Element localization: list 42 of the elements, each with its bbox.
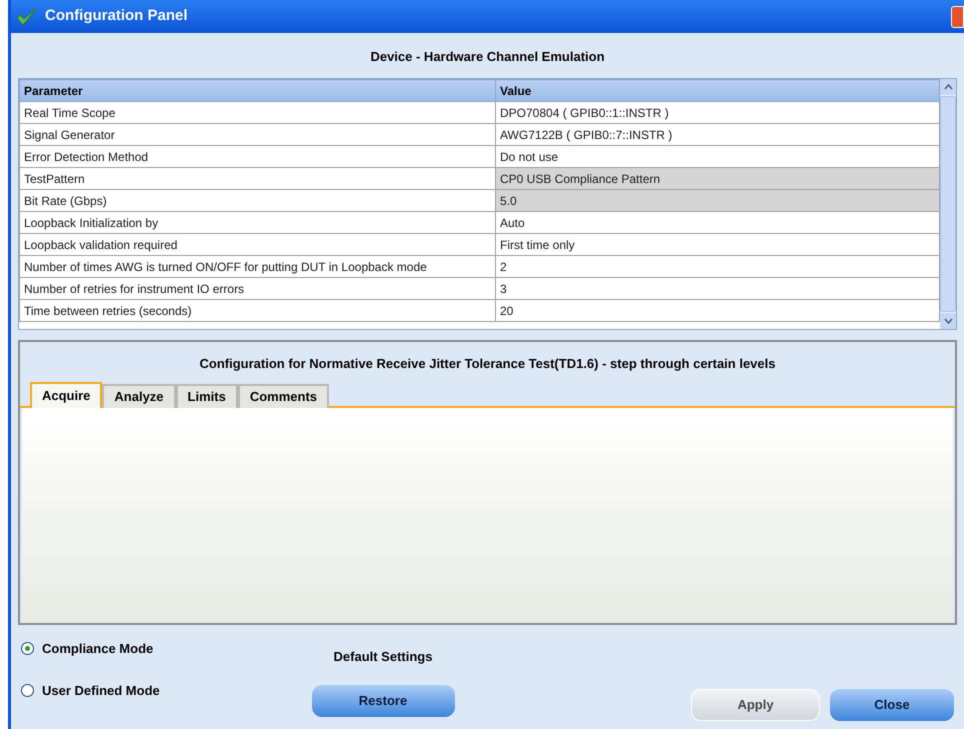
- section-title: Device - Hardware Channel Emulation: [369, 48, 606, 66]
- parameter-cell: Error Detection Method: [20, 146, 496, 168]
- parameter-cell: Signal Generator: [20, 124, 496, 146]
- value-cell[interactable]: 20: [496, 300, 940, 322]
- parameter-cell: Number of times AWG is turned ON/OFF for putting DUT in Loopback mode: [20, 256, 496, 278]
- value-cell[interactable]: DPO70804 ( GPIB0::1::INSTR ): [496, 102, 940, 124]
- tab[interactable]: Limits: [176, 384, 238, 408]
- parameter-cell: Loopback validation required: [20, 234, 496, 256]
- chevron-up-icon: [944, 84, 952, 90]
- value-cell[interactable]: Auto: [496, 212, 940, 234]
- scroll-down-button[interactable]: [940, 313, 956, 329]
- close-window-button[interactable]: [951, 6, 964, 28]
- parameter-cell: Bit Rate (Gbps): [20, 190, 496, 212]
- radio-label[interactable]: User Defined Mode: [42, 680, 160, 700]
- value-cell[interactable]: First time only: [496, 234, 940, 256]
- column-header[interactable]: Parameter: [20, 80, 496, 102]
- parameter-cell: Number of retries for instrument IO errors: [20, 278, 496, 300]
- value-cell[interactable]: CP0 USB Compliance Pattern: [496, 168, 940, 190]
- default-settings-label: Default Settings: [334, 648, 432, 666]
- value-cell[interactable]: Do not use: [496, 146, 940, 168]
- radio-button[interactable]: [21, 684, 34, 697]
- value-cell[interactable]: 3: [496, 278, 940, 300]
- dialog-button[interactable]: Close: [830, 689, 954, 721]
- parameter-cell: Real Time Scope: [20, 102, 496, 124]
- radio-label[interactable]: Compliance Mode: [42, 639, 154, 658]
- parameter-cell: Time between retries (seconds): [20, 300, 496, 322]
- section-title: Configuration for Normative Receive Jitter Tolerance Test(TD1.6) - step through certain levels: [198, 355, 776, 373]
- parameter-cell: Loopback Initialization by: [20, 212, 496, 234]
- checkmark-icon: [15, 4, 39, 28]
- tab[interactable]: Acquire: [30, 382, 102, 408]
- tab[interactable]: Analyze: [102, 384, 176, 408]
- value-cell[interactable]: 5.0: [496, 190, 940, 212]
- scroll-up-button[interactable]: [940, 79, 956, 95]
- chevron-down-icon: [944, 318, 952, 324]
- tab[interactable]: Comments: [238, 384, 330, 408]
- restore-button[interactable]: Restore: [312, 684, 454, 716]
- column-header[interactable]: Value: [496, 80, 940, 102]
- value-cell[interactable]: 2: [496, 256, 940, 278]
- radio-button[interactable]: [21, 642, 34, 656]
- value-cell[interactable]: AWG7122B ( GPIB0::7::INSTR ): [496, 124, 940, 146]
- window-title: Configuration Panel: [45, 6, 188, 26]
- parameter-cell: TestPattern: [20, 168, 496, 190]
